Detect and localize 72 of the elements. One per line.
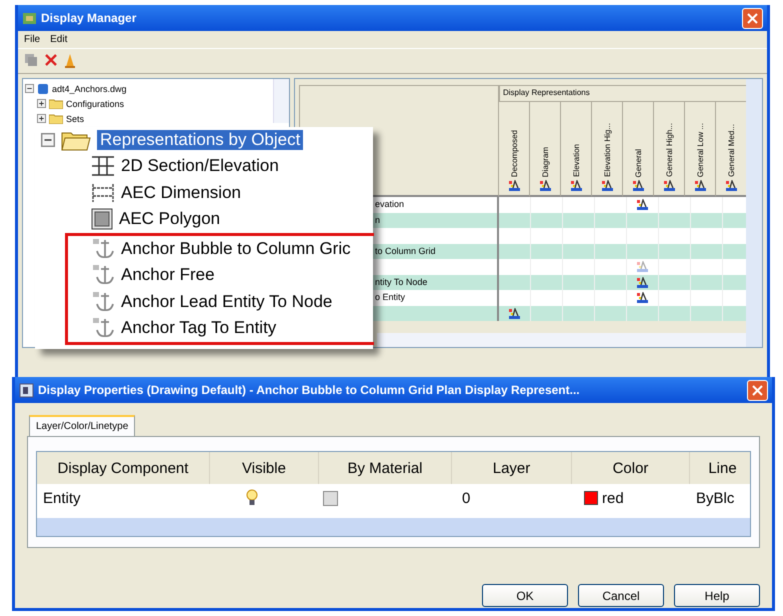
anchor-icon bbox=[91, 317, 115, 340]
display-rep-icon bbox=[632, 180, 644, 191]
app-icon bbox=[19, 382, 34, 398]
tree-item[interactable]: AEC Dimension bbox=[121, 182, 241, 203]
table-cell-text: ByBlc bbox=[695, 490, 736, 506]
display-rep-icon bbox=[726, 180, 736, 191]
collapse-icon[interactable] bbox=[25, 84, 34, 93]
column-header[interactable]: Display Component bbox=[37, 452, 210, 484]
column-header[interactable]: Visible bbox=[210, 452, 319, 484]
collapse-icon[interactable] bbox=[41, 133, 55, 147]
tree-item[interactable]: Configurations bbox=[66, 98, 124, 108]
tree-item[interactable]: adt4_Anchors.dwg bbox=[52, 84, 127, 94]
app-icon bbox=[22, 10, 37, 26]
polygon-icon bbox=[91, 208, 113, 230]
folder-icon bbox=[49, 98, 63, 109]
checkbox[interactable] bbox=[323, 490, 338, 506]
folder-icon bbox=[49, 113, 63, 124]
expand-icon[interactable] bbox=[37, 114, 46, 123]
grid-icon bbox=[91, 155, 115, 178]
table-cell-text: 0 bbox=[461, 490, 472, 506]
window-title: Display Properties (Drawing Default) - Anchor Bubble to Column Grid Plan Display Represent... bbox=[38, 383, 580, 397]
column-header[interactable]: Layer bbox=[452, 452, 572, 484]
scrollbar[interactable] bbox=[746, 79, 762, 347]
display-rep-icon bbox=[508, 180, 520, 191]
dialog-button[interactable]: OK bbox=[482, 584, 568, 607]
tree-item[interactable]: Anchor Lead Entity To Node bbox=[121, 292, 332, 312]
tree-item[interactable]: Sets bbox=[66, 114, 84, 124]
scrollbar[interactable] bbox=[377, 333, 746, 347]
drawing-file-icon bbox=[37, 82, 49, 94]
display-rep-icon bbox=[694, 180, 706, 191]
display-rep-icon bbox=[570, 180, 582, 191]
dimension-icon bbox=[91, 182, 115, 204]
column-header[interactable]: Color bbox=[572, 452, 690, 484]
tree-item[interactable]: Anchor Free bbox=[121, 265, 215, 286]
row-label: evation bbox=[375, 198, 404, 211]
display-rep-icon bbox=[540, 180, 550, 191]
expand-icon[interactable] bbox=[37, 99, 46, 108]
close-button[interactable] bbox=[747, 380, 768, 400]
tree-item[interactable]: AEC Polygon bbox=[119, 209, 220, 230]
window-title: Display Manager bbox=[41, 11, 136, 25]
copy-icon[interactable] bbox=[24, 53, 38, 67]
menu-item[interactable]: Edit bbox=[50, 34, 68, 45]
anchor-icon bbox=[91, 264, 115, 286]
purge-icon[interactable] bbox=[64, 53, 76, 69]
close-button[interactable] bbox=[742, 8, 763, 28]
menu-item[interactable]: File bbox=[24, 34, 40, 45]
tree-item[interactable]: Anchor Tag To Entity bbox=[121, 318, 276, 338]
display-rep-icon bbox=[664, 180, 674, 191]
anchor-icon bbox=[91, 238, 115, 260]
table-cell: red bbox=[602, 490, 624, 506]
scrollbar[interactable] bbox=[37, 518, 750, 536]
row-label: to Column Grid bbox=[375, 244, 436, 258]
tree-item[interactable]: Representations by Object bbox=[97, 130, 304, 150]
close-icon bbox=[752, 384, 763, 396]
tree-item[interactable]: Anchor Bubble to Column Gric bbox=[121, 238, 351, 259]
column-group-header: Display Representations bbox=[499, 85, 747, 102]
row-label: o Entity bbox=[375, 291, 406, 304]
lightbulb-icon[interactable] bbox=[246, 489, 258, 507]
anchor-icon bbox=[91, 290, 115, 313]
table-cell-text: Entity bbox=[42, 490, 82, 506]
row-label: n bbox=[375, 214, 380, 226]
tree-item[interactable]: 2D Section/Elevation bbox=[121, 156, 279, 176]
display-rep-icon bbox=[602, 180, 612, 191]
dialog-button[interactable]: Help bbox=[674, 584, 760, 607]
row-label: ntity To Node bbox=[375, 276, 428, 289]
dialog-button[interactable]: Cancel bbox=[578, 584, 664, 607]
scrollbar[interactable] bbox=[273, 79, 289, 123]
close-icon bbox=[747, 12, 758, 24]
column-header[interactable]: Line bbox=[690, 452, 750, 484]
column-header[interactable]: By Material bbox=[319, 452, 452, 484]
delete-icon[interactable] bbox=[44, 53, 58, 67]
tab[interactable]: Layer/Color/Linetype bbox=[29, 415, 136, 436]
